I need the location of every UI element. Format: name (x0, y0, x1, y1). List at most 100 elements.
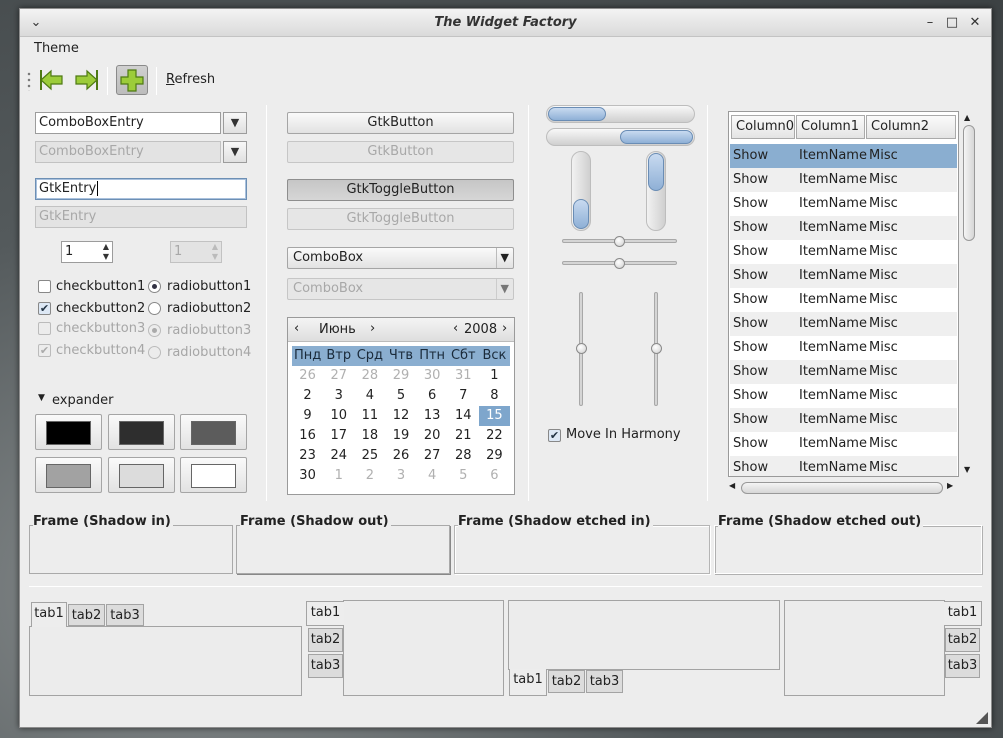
radiobutton1-label[interactable]: radiobutton1 (167, 279, 251, 294)
next-month-icon[interactable]: › (370, 321, 375, 336)
calendar-day[interactable]: 6 (479, 466, 510, 486)
calendar-day[interactable]: 30 (417, 366, 448, 386)
radiobutton1-circle[interactable] (148, 280, 161, 293)
close-icon[interactable]: ✕ (965, 13, 985, 33)
table-row[interactable]: Show ItemName Misc (730, 312, 957, 336)
calendar-day-selected[interactable]: 15 (478, 406, 510, 426)
table-row[interactable]: Show ItemName Misc (730, 432, 957, 456)
calendar-day[interactable]: 10 (323, 406, 354, 426)
calendar-day[interactable]: 28 (354, 366, 385, 386)
calendar-day[interactable]: 27 (323, 366, 354, 386)
notebook-right-tab1[interactable]: tab1 (944, 601, 982, 626)
expander-arrow-icon[interactable]: ▼ (38, 393, 45, 403)
move-in-harmony-label[interactable]: Move In Harmony (566, 427, 681, 442)
notebook-bottom-tab1[interactable]: tab1 (509, 669, 547, 696)
column-header-1[interactable]: Column1 (796, 115, 865, 139)
forward-arrow-icon[interactable] (72, 66, 100, 94)
calendar-day[interactable]: 19 (385, 426, 416, 446)
calendar-day[interactable]: 9 (292, 406, 323, 426)
color-button-midgray[interactable] (35, 457, 102, 493)
color-button-darkgray[interactable] (108, 414, 175, 450)
table-row[interactable]: Show ItemName Misc (730, 336, 957, 360)
calendar-day[interactable]: 27 (417, 446, 448, 466)
calendar-day[interactable]: 6 (417, 386, 448, 406)
notebook-top-tab3[interactable]: tab3 (106, 604, 144, 626)
hscale-1-knob[interactable] (613, 236, 625, 247)
table-row[interactable]: Show ItemName Misc (730, 264, 957, 288)
calendar-day[interactable]: 31 (448, 366, 479, 386)
calendar-day[interactable]: 4 (417, 466, 448, 486)
hscale-2-knob[interactable] (613, 258, 625, 269)
notebook-right-tab3[interactable]: tab3 (945, 654, 980, 678)
color-button-white[interactable] (180, 457, 247, 493)
calendar-day[interactable]: 3 (385, 466, 416, 486)
calendar-day[interactable]: 11 (354, 406, 385, 426)
table-row[interactable]: Show ItemName Misc (730, 240, 957, 264)
calendar-day[interactable]: 2 (354, 466, 385, 486)
maximize-icon[interactable]: □ (942, 13, 962, 33)
minimize-icon[interactable]: – (920, 13, 940, 33)
move-in-harmony-checkbox[interactable]: ✔ (548, 429, 561, 442)
title-bar[interactable]: ⌄ The Widget Factory – □ ✕ (20, 9, 991, 37)
horizontal-scroll-thumb[interactable] (741, 482, 943, 494)
calendar-day[interactable]: 29 (385, 366, 416, 386)
calendar-day[interactable]: 4 (354, 386, 385, 406)
table-row[interactable]: Show ItemName Misc (730, 192, 957, 216)
spin-arrows-icon[interactable]: ▲ ▼ (101, 242, 111, 262)
calendar-day[interactable]: 30 (292, 466, 323, 486)
gtk-entry[interactable]: GtkEntry (35, 178, 247, 200)
notebook-bottom-tab2[interactable]: tab2 (548, 670, 585, 693)
scroll-right-icon[interactable]: ▶ (947, 481, 953, 490)
tree-vertical-scrollbar[interactable]: ▲ ▼ (962, 113, 976, 479)
menu-theme[interactable]: Theme (34, 41, 79, 56)
tree-view[interactable]: Column0 Column1 Column2 Show ItemName Misc… (728, 111, 959, 477)
refresh-button[interactable]: Refresh (166, 72, 215, 87)
calendar-day[interactable]: 5 (448, 466, 479, 486)
combobox[interactable]: ComboBox ▼ (287, 247, 514, 269)
color-button-gray[interactable] (180, 414, 247, 450)
calendar-day[interactable]: 26 (385, 446, 416, 466)
calendar-day[interactable]: 5 (385, 386, 416, 406)
next-year-icon[interactable]: › (502, 321, 507, 336)
table-row[interactable]: Show ItemName Misc (730, 408, 957, 432)
vscale-1-knob[interactable] (576, 343, 587, 354)
combo-entry[interactable]: ComboBoxEntry (35, 112, 221, 134)
scroll-down-icon[interactable]: ▼ (964, 465, 970, 474)
scroll-left-icon[interactable]: ◀ (729, 481, 735, 490)
notebook-top-tab1[interactable]: tab1 (31, 602, 67, 627)
checkbutton2-label[interactable]: checkbutton2 (56, 301, 145, 316)
table-row[interactable]: Show ItemName Misc (730, 216, 957, 240)
column-header-0[interactable]: Column0 (731, 115, 795, 139)
prev-month-icon[interactable]: ‹ (294, 321, 299, 336)
scroll-up-icon[interactable]: ▲ (964, 113, 970, 122)
table-row[interactable]: Show ItemName Misc (730, 288, 957, 312)
back-arrow-icon[interactable] (38, 66, 66, 94)
calendar-day[interactable]: 1 (479, 366, 510, 386)
radiobutton2-circle[interactable] (148, 302, 161, 315)
calendar-day[interactable]: 1 (323, 466, 354, 486)
notebook-right-tab2[interactable]: tab2 (945, 628, 980, 652)
color-button-lightgray[interactable] (108, 457, 175, 493)
calendar-day[interactable]: 16 (292, 426, 323, 446)
table-row[interactable]: Show ItemName Misc (730, 360, 957, 384)
vscale-2-knob[interactable] (651, 343, 662, 354)
calendar-day[interactable]: 12 (385, 406, 416, 426)
calendar-day[interactable]: 20 (417, 426, 448, 446)
toggle-button[interactable]: GtkToggleButton (287, 179, 514, 201)
add-button[interactable] (116, 65, 148, 95)
calendar-day[interactable]: 21 (448, 426, 479, 446)
column-header-2[interactable]: Column2 (866, 115, 956, 139)
table-row[interactable]: Show ItemName Misc (730, 168, 957, 192)
vertical-scroll-thumb[interactable] (963, 125, 975, 241)
gtk-button[interactable]: GtkButton (287, 112, 514, 134)
calendar-day[interactable]: 22 (479, 426, 510, 446)
calendar-day[interactable]: 23 (292, 446, 323, 466)
calendar-day[interactable]: 13 (417, 406, 448, 426)
calendar-day[interactable]: 14 (448, 406, 479, 426)
calendar-day[interactable]: 28 (448, 446, 479, 466)
calendar-day[interactable]: 18 (354, 426, 385, 446)
table-row[interactable]: Show ItemName Misc (730, 456, 957, 476)
radiobutton2-label[interactable]: radiobutton2 (167, 301, 251, 316)
table-row[interactable]: Show ItemName Misc (730, 384, 957, 408)
color-button-black[interactable] (35, 414, 102, 450)
